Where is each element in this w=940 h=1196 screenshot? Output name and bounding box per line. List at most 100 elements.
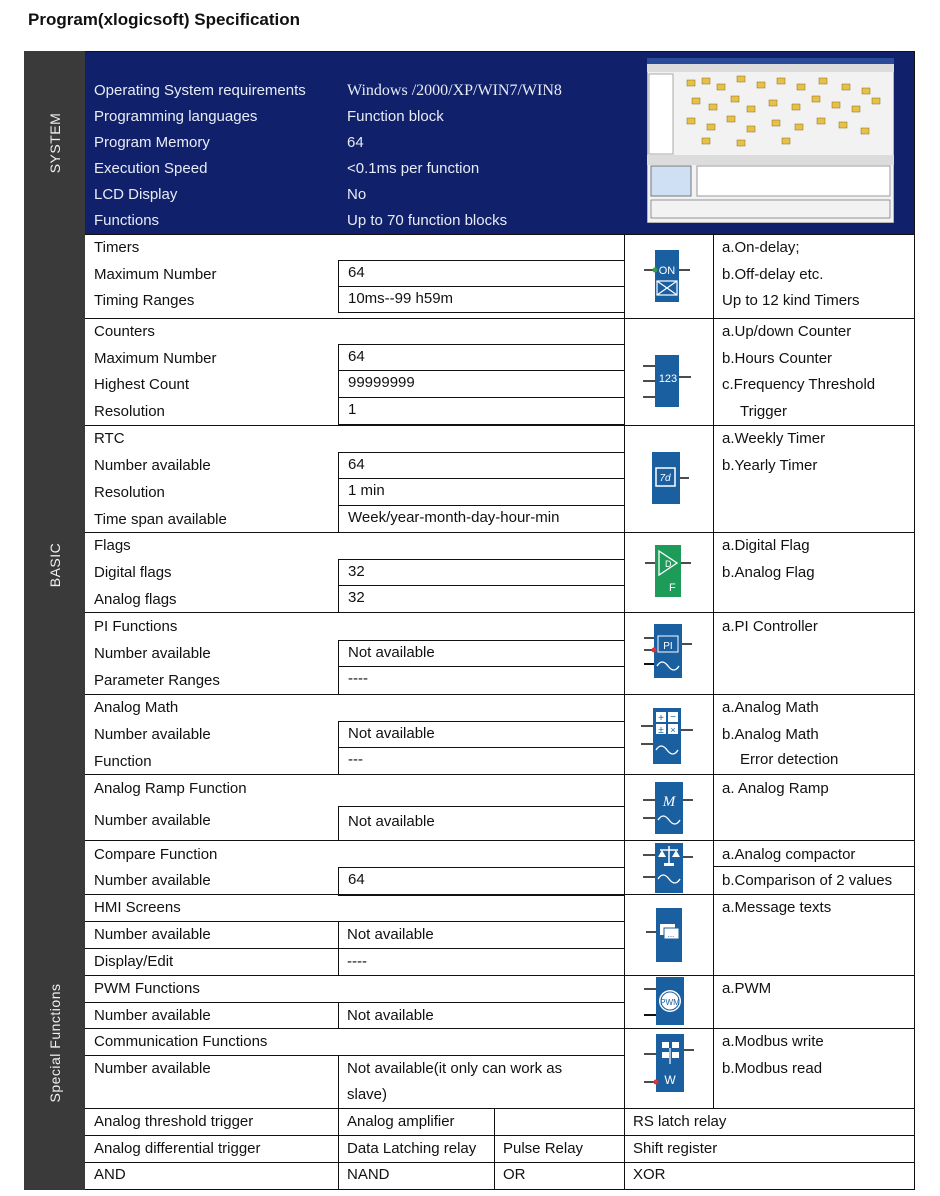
timers-desc-1: a.On-delay; [722,239,800,256]
grid-r1-c2: Analog amplifier [347,1113,455,1130]
svg-text:W: W [664,1073,676,1087]
compare-number-label: Number available [94,872,211,889]
svg-text:PWM: PWM [660,998,680,1007]
message-text-icon: ... [646,908,682,962]
svg-text:D: D [665,559,672,569]
timers-desc-3: Up to 12 kind Timers [722,292,860,309]
pi-range-value: ---- [338,666,625,695]
comm-row-line [85,1055,624,1056]
system-value-os: Windows /2000/XP/WIN7/WIN8 [347,82,562,99]
system-label-memory: Program Memory [94,134,210,151]
basic-sidebar: BASIC [24,235,85,895]
rtc-span-label: Time span available [94,511,227,528]
special-label: Special Functions [46,982,63,1103]
page-title: Program(xlogicsoft) Specification [28,10,301,29]
counters-res-label: Resolution [94,403,165,420]
hmi-row-line-1 [85,921,624,922]
system-value-speed: <0.1ms per function [347,160,480,177]
pwm-number-label: Number available [94,1007,211,1024]
hmi-display-value: ---- [347,953,367,970]
counters-res-value: 1 [338,397,625,425]
timers-max-label: Maximum Number [94,266,217,283]
flags-desc-2: b.Analog Flag [722,564,815,581]
system-sidebar: SYSTEM [24,51,85,235]
counters-desc-1: a.Up/down Counter [722,323,852,340]
counters-highest-label: Highest Count [94,376,190,393]
flag-icon: D F [645,545,691,597]
system-label-lcd: LCD Display [94,186,178,203]
rtc-number-value: 64 [338,452,625,479]
rtc-desc-2: b.Yearly Timer [722,457,818,474]
grid-r3-c3: OR [503,1166,526,1183]
flags-digital-value: 32 [338,559,625,586]
rtc-res-label: Resolution [94,484,165,501]
hmi-number-value: Not available [347,926,434,943]
rtc-span-value: Week/year-month-day-hour-min [338,505,625,533]
pwm-header: PWM Functions [94,980,200,997]
divider-comm [85,1108,915,1109]
counter-icon: 123 [643,355,691,407]
flags-analog-label: Analog flags [94,591,177,608]
comm-desc-1: a.Modbus write [722,1033,824,1050]
compare-header: Compare Function [94,846,218,863]
grid-col-line-3 [624,1108,625,1190]
system-label-functions: Functions [94,212,160,229]
divider-pwm [85,1028,915,1029]
counters-desc-4: Trigger [740,403,787,420]
grid-r1-c1: Analog threshold trigger [94,1113,254,1130]
software-screenshot-image [647,58,894,223]
compare-desc-1: a.Analog compactor [722,846,856,863]
math-header: Analog Math [94,699,179,716]
counters-max-value: 64 [338,344,625,371]
modbus-icon: W [644,1034,694,1092]
comm-number-label: Number available [94,1060,211,1077]
svg-text:×: × [670,725,675,735]
system-label: SYSTEM [46,112,63,174]
desc-column-left-border [713,235,714,1108]
compare-desc-2: b.Comparison of 2 values [722,872,893,889]
ramp-number-label: Number available [94,812,211,829]
grid-col-line-2 [494,1108,495,1190]
hmi-header: HMI Screens [94,899,181,916]
timers-desc-2: b.Off-delay etc. [722,266,824,283]
timers-header: Timers [94,239,140,256]
scale-compare-icon [643,843,693,893]
svg-text:ON: ON [659,265,676,277]
grid-r3-c2: NAND [347,1166,390,1183]
svg-text:±: ± [658,725,664,736]
hmi-display-label: Display/Edit [94,953,174,970]
counters-desc-2: b.Hours Counter [722,350,833,367]
ramp-header: Analog Ramp Function [94,780,247,797]
ramp-desc-1: a. Analog Ramp [722,780,829,797]
grid-r2-c4: Shift register [633,1140,718,1157]
analog-math-icon: + − ± × [641,708,693,764]
svg-text:−: − [670,712,676,723]
divider-grid-1 [85,1135,915,1136]
compare-number-value: 64 [338,867,625,896]
timers-range-value: 10ms--99 h59m [338,286,625,313]
svg-text:M: M [662,794,677,810]
system-value-memory: 64 [347,134,364,151]
comm-desc-2: b.Modbus read [722,1060,823,1077]
pwm-value-column-line [338,1002,339,1028]
grid-r1-c4: RS latch relay [633,1113,727,1130]
comm-number-value: Not available(it only can work as [347,1060,563,1077]
grid-r2-c3: Pulse Relay [503,1140,584,1157]
on-delay-timer-icon: ON [644,250,690,302]
svg-text:F: F [669,582,676,594]
hmi-row-line-2 [85,948,624,949]
calendar-timer-icon: 7d [652,452,689,504]
ramp-number-value: Not available [338,806,625,841]
math-function-value: --- [338,747,625,775]
pwm-row-line [85,1002,624,1003]
rtc-number-label: Number available [94,457,211,474]
divider-counters [85,425,915,426]
timers-range-label: Timing Ranges [94,292,195,309]
pi-range-label: Parameter Ranges [94,672,220,689]
system-value-lang: Function block [347,108,444,125]
pwm-icon: PWM [644,977,684,1025]
rtc-desc-1: a.Weekly Timer [722,430,826,447]
hmi-number-label: Number available [94,926,211,943]
analog-ramp-icon: M [643,782,693,834]
counters-highest-value: 99999999 [338,370,625,398]
